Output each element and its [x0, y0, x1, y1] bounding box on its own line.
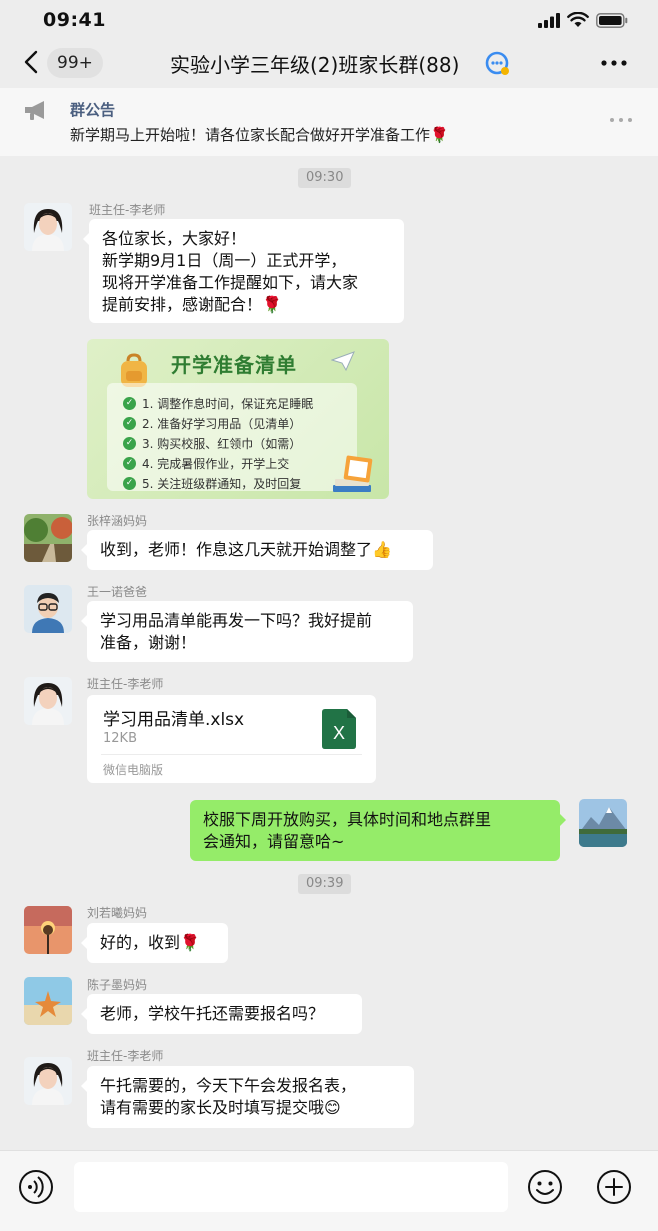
check-icon: ✓	[123, 477, 136, 490]
sender-name: 王一诺爸爸	[87, 585, 148, 599]
avatar[interactable]	[24, 203, 72, 251]
message-text: 请有需要的家长及时填写提交哦😊	[100, 1098, 341, 1117]
checklist-item-text: 1. 调整作息时间，保证充足睡眠	[142, 397, 314, 411]
checklist-item-text: 2. 准备好学习用品（见清单）	[142, 417, 302, 431]
self-message-bubble[interactable]: 校服下周开放购买，具体时间和地点群里 会通知，请留意哈~	[190, 800, 566, 861]
group-announcement[interactable]: 群公告 新学期马上开始啦！请各位家长配合做好开学准备工作🌹	[0, 88, 658, 156]
sender-name: 张梓涵妈妈	[87, 514, 148, 528]
message-text: 现将开学准备工作提醒如下，请大家	[102, 273, 359, 292]
announcement-title: 群公告	[70, 101, 116, 119]
checklist-item-text: 4. 完成暑假作业，开学上交	[142, 457, 290, 471]
file-message[interactable]: 学习用品清单.xlsx 12KB X 微信电脑版	[87, 695, 376, 783]
mountain-avatar-icon	[579, 799, 627, 847]
avatar[interactable]	[24, 977, 72, 1025]
megaphone-icon	[25, 101, 44, 120]
sender-name: 班主任-李老师	[87, 677, 164, 691]
checklist-title: 开学准备清单	[171, 353, 297, 377]
message-text: 提前安排，感谢配合！🌹	[102, 295, 282, 314]
check-icon: ✓	[123, 437, 136, 450]
voice-icon[interactable]	[18, 1169, 54, 1205]
checklist-item: ✓ 3. 购买校服、红领巾（如需）	[123, 435, 301, 452]
father-avatar-icon	[24, 585, 72, 633]
teacher-avatar-icon	[24, 1057, 72, 1105]
sender-name: 班主任-李老师	[89, 203, 166, 217]
time-divider: 09:39	[298, 874, 352, 894]
time-divider: 09:30	[298, 168, 352, 188]
teacher-avatar-icon	[24, 203, 72, 251]
sunset-flower-avatar-icon	[24, 906, 72, 954]
checklist-item: ✓ 5. 关注班级群通知，及时回复	[123, 475, 301, 492]
emoji-icon[interactable]	[527, 1169, 563, 1205]
unread-count-badge[interactable]: 99+	[47, 48, 103, 78]
group-chat-icon	[485, 51, 509, 75]
nav-bar: 99+ 实验小学三年级(2)班家长群(88)	[0, 40, 658, 86]
status-icons	[538, 12, 628, 28]
chat-title: 实验小学三年级(2)班家长群(88)	[170, 53, 460, 77]
message-text: 收到，老师！作息这几天就开始调整了👍	[100, 540, 392, 559]
avatar[interactable]	[24, 585, 72, 633]
more-dots-icon[interactable]	[598, 50, 630, 76]
message-bubble[interactable]: 学习用品清单能再发一下吗？我好提前 准备，谢谢！	[81, 601, 413, 662]
file-name: 学习用品清单.xlsx	[103, 710, 245, 730]
wifi-icon	[567, 12, 589, 27]
message-text: 学习用品清单能再发一下吗？我好提前	[100, 611, 373, 630]
garden-avatar-icon	[24, 514, 72, 562]
checklist-item: ✓ 2. 准备好学习用品（见清单）	[123, 415, 301, 432]
sender-name: 刘若曦妈妈	[87, 906, 148, 920]
file-divider	[101, 754, 362, 755]
status-time: 09:41	[43, 9, 106, 31]
chevron-left-icon[interactable]	[20, 49, 44, 75]
message-text: 好的，收到🌹	[100, 933, 200, 952]
svg-text:X: X	[333, 723, 345, 743]
paper-plane-icon	[331, 351, 355, 371]
message-text: 会通知，请留意哈~	[203, 832, 345, 851]
signal-icon	[538, 12, 560, 28]
message-text: 午托需要的，今天下午会发报名表，	[100, 1076, 357, 1095]
self-avatar[interactable]	[579, 799, 627, 847]
message-text: 校服下周开放购买，具体时间和地点群里	[203, 810, 492, 829]
sender-name: 陈子墨妈妈	[87, 978, 148, 992]
message-bubble[interactable]: 好的，收到🌹	[81, 923, 228, 963]
sender-name: 班主任-李老师	[87, 1049, 164, 1063]
check-icon: ✓	[123, 397, 136, 410]
message-bubble[interactable]: 收到，老师！作息这几天就开始调整了👍	[81, 530, 433, 570]
checklist-item: ✓ 4. 完成暑假作业，开学上交	[123, 455, 289, 472]
check-icon: ✓	[123, 417, 136, 430]
message-text: 新学期9月1日（周一）正式开学，	[102, 251, 347, 270]
message-bubble[interactable]: 各位家长，大家好！ 新学期9月1日（周一）正式开学， 现将开学准备工作提醒如下，…	[83, 219, 404, 323]
starfish-avatar-icon	[24, 977, 72, 1025]
excel-file-icon: X	[322, 709, 356, 749]
checklist-image[interactable]: 开学准备清单 ✓ 1. 调整作息时间，保证充足睡眠 ✓ 2. 准备好学习用品（见…	[87, 339, 389, 499]
avatar[interactable]	[24, 1057, 72, 1105]
checklist-item-text: 5. 关注班级群通知，及时回复	[142, 477, 302, 491]
message-bubble[interactable]: 午托需要的，今天下午会发报名表， 请有需要的家长及时填写提交哦😊	[81, 1066, 414, 1128]
avatar[interactable]	[24, 514, 72, 562]
message-text: 老师，学校午托还需要报名吗？	[100, 1004, 325, 1023]
message-bubble[interactable]: 老师，学校午托还需要报名吗？	[81, 994, 362, 1034]
message-text: 各位家长，大家好！	[102, 229, 247, 248]
check-icon: ✓	[123, 457, 136, 470]
file-source: 微信电脑版	[103, 763, 164, 777]
books-clipboard-icon	[333, 455, 373, 492]
teacher-avatar-icon	[24, 677, 72, 725]
plus-icon[interactable]	[596, 1169, 632, 1205]
avatar[interactable]	[24, 677, 72, 725]
file-size: 12KB	[103, 731, 137, 746]
message-text: 准备，谢谢！	[100, 633, 197, 652]
checklist-item-text: 3. 购买校服、红领巾（如需）	[142, 437, 302, 451]
checklist-item: ✓ 1. 调整作息时间，保证充足睡眠	[123, 395, 313, 412]
message-input[interactable]	[74, 1162, 508, 1212]
status-bar: 09:41	[0, 0, 658, 40]
input-bar	[0, 1150, 658, 1231]
battery-icon	[596, 12, 628, 28]
more-dots-icon[interactable]	[608, 114, 634, 126]
avatar[interactable]	[24, 906, 72, 954]
announcement-body: 新学期马上开始啦！请各位家长配合做好开学准备工作🌹	[70, 126, 449, 144]
